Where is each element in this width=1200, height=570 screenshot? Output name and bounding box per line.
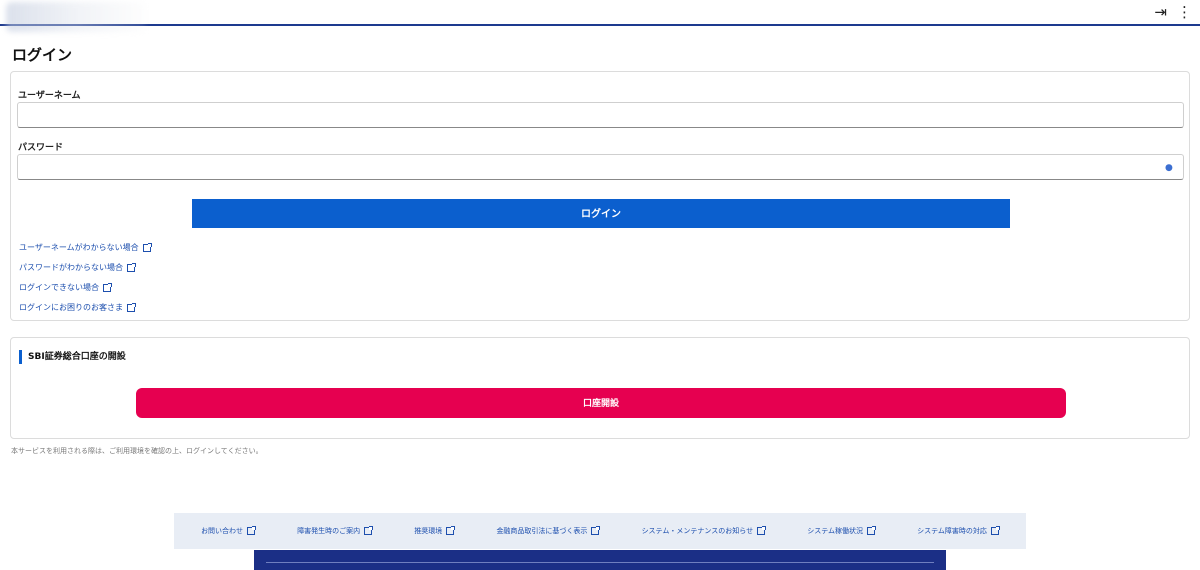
footer-links: お問い合わせ 障害発生時のご案内 推奨環境 金融商品取引法に基づく表示 システム… [174,513,1026,549]
password-input[interactable] [17,154,1184,180]
help-link-username[interactable]: ユーザーネームがわからない場合 [19,240,152,260]
external-link-icon [364,526,374,535]
show-password-icon[interactable]: ● [1165,163,1175,173]
account-opening-card: SBI証券総合口座の開設 口座開設 [10,337,1190,439]
notice-text: 本サービスを利用される際は、ご利用環境を確認の上、ログインしてください。 [11,447,263,455]
external-link-icon [757,526,767,535]
login-card: ユーザーネーム パスワード ● ログイン ユーザーネームがわからない場合 パスワ… [10,71,1190,321]
footer-link-maintenance[interactable]: システム・メンテナンスのお知らせ [642,526,767,536]
open-account-button[interactable]: 口座開設 [136,388,1066,418]
external-link-icon [142,242,152,252]
footer-bar [254,550,946,570]
external-link-icon [446,526,456,535]
footer-link-legal[interactable]: 金融商品取引法に基づく表示 [496,526,601,536]
app-header: ⇥ ⋮ [0,0,1200,32]
footer-link-outage[interactable]: 障害発生時のご案内 [297,526,374,536]
external-link-icon [103,282,112,292]
external-link-icon [867,526,876,535]
help-link-cannot-login[interactable]: ログインできない場合 [19,280,151,300]
external-link-icon [990,526,1000,535]
header-icons: ⇥ ⋮ [1154,3,1192,21]
site-logo[interactable] [6,2,146,32]
external-link-icon [127,262,136,272]
username-label: ユーザーネーム [18,91,81,101]
username-input[interactable] [17,102,1184,128]
external-link-icon [247,526,257,535]
login-button[interactable]: ログイン [192,199,1010,228]
external-link-icon [127,302,136,312]
help-links: ユーザーネームがわからない場合 パスワードがわからない場合 ログインできない場合… [19,240,152,320]
external-link-icon [591,526,601,535]
footer-link-contact[interactable]: お問い合わせ [201,526,257,536]
help-link-password[interactable]: パスワードがわからない場合 [19,260,151,280]
footer-link-incident[interactable]: システム障害時の対応 [917,526,1000,536]
page-title: ログイン [12,46,73,64]
footer-divider [266,562,934,563]
footer-link-status[interactable]: システム稼働状況 [807,526,876,536]
help-link-trouble[interactable]: ログインにお困りのお客さま [19,300,151,320]
kebab-menu-icon[interactable]: ⋮ [1177,3,1192,21]
footer-link-environment[interactable]: 推奨環境 [414,526,456,536]
account-section-heading: SBI証券総合口座の開設 [19,350,126,364]
password-label: パスワード [18,143,64,153]
login-icon[interactable]: ⇥ [1154,3,1167,21]
